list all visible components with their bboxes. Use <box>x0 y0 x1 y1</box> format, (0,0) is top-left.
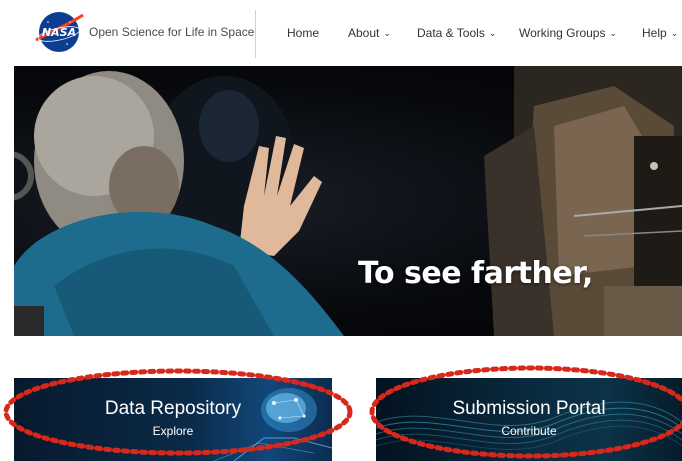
nav-help[interactable]: Help ⌄ <box>642 26 678 40</box>
nav-working-groups-label: Working Groups <box>519 26 606 40</box>
hero-image-astronaut <box>14 66 682 336</box>
header-divider <box>255 10 256 58</box>
nav-data-tools-label: Data & Tools <box>417 26 485 40</box>
site-brand-title[interactable]: Open Science for Life in Space <box>89 25 254 39</box>
chevron-down-icon: ⌄ <box>383 28 391 38</box>
nav-about-label: About <box>348 26 380 40</box>
data-repository-subtitle: Explore <box>152 424 194 438</box>
submission-portal-card[interactable]: Submission Portal Contribute <box>376 378 682 461</box>
chevron-down-icon: ⌄ <box>670 28 679 38</box>
chevron-down-icon: ⌄ <box>488 28 497 38</box>
nav-home[interactable]: Home <box>287 26 319 40</box>
logo-wordmark: NASA <box>42 26 76 39</box>
nav-home-label: Home <box>287 26 320 40</box>
submission-portal-title: Submission Portal <box>452 398 606 419</box>
nav-working-groups[interactable]: Working Groups ⌄ <box>519 26 617 40</box>
nav-about[interactable]: About ⌄ <box>348 26 391 40</box>
hero-banner: To see farther, <box>14 66 682 336</box>
site-header: NASA Open Science for Life in Space Home… <box>0 0 682 66</box>
nav-help-label: Help <box>642 26 667 40</box>
data-repository-card[interactable]: Data Repository Explore <box>14 378 332 461</box>
chevron-down-icon: ⌄ <box>609 28 618 38</box>
nasa-logo[interactable]: NASA <box>34 10 84 54</box>
nav-data-tools[interactable]: Data & Tools ⌄ <box>417 26 496 40</box>
data-repository-title: Data Repository <box>104 398 242 419</box>
hero-tagline: To see farther, <box>358 256 593 291</box>
submission-portal-subtitle: Contribute <box>501 424 557 438</box>
